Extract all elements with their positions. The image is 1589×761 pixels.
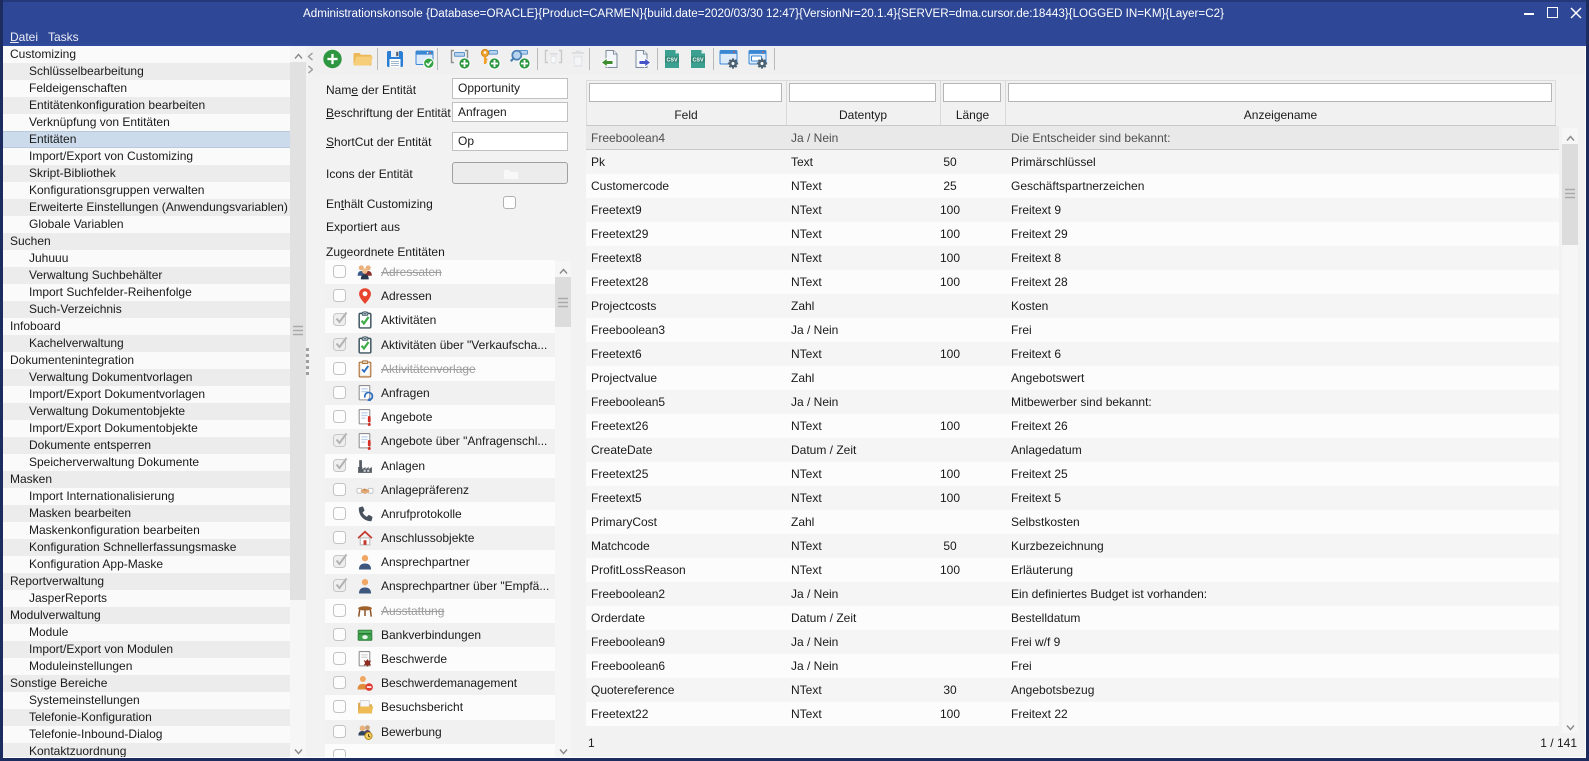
svg-text:CSV: CSV: [666, 57, 677, 63]
svg-text:CSV: CSV: [692, 57, 703, 63]
